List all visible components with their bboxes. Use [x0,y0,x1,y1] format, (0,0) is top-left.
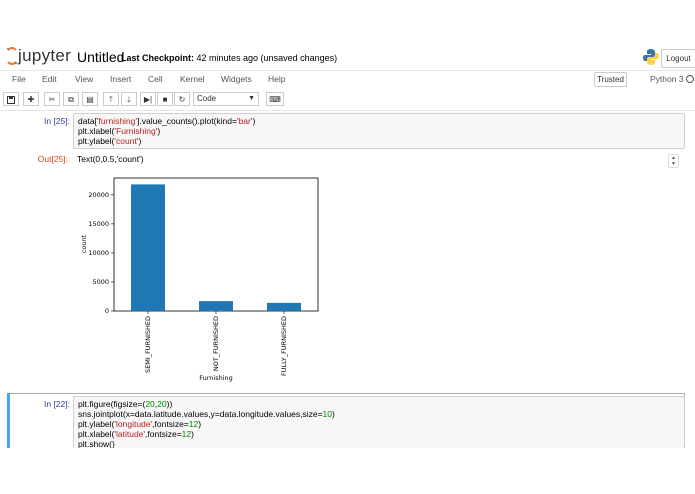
code-line: plt.figure(figsize=(20,20)) [78,399,173,409]
bar-not-furnished [199,301,233,311]
output-prompt: Out[25]: [37,154,68,164]
trusted-indicator[interactable]: Trusted [594,72,627,87]
cell-type-value: Code [197,94,217,103]
code-line: sns.jointplot(x=data.latitude.values,y=d… [78,409,335,419]
code-token: ) [157,126,161,136]
menu-insert[interactable]: Insert [110,74,131,84]
bar-fully-furnished [267,302,301,311]
arrow-up-icon[interactable]: 🡑 [103,92,119,106]
y-tick-label: 0 [105,307,109,315]
code-string: 'bar' [236,116,253,126]
code-line: data['furnishing'].value_counts().plot(k… [78,116,255,126]
code-line: plt.ylabel('count') [78,136,141,146]
chevron-down-icon: ▼ [248,95,255,102]
menu-widgets[interactable]: Widgets [221,74,252,84]
y-axis-label: count [80,234,88,253]
python-logo-icon [643,49,659,65]
jupyter-logo-icon [7,47,17,65]
output-scroll-toggle[interactable]: ▲ ▼ [668,154,679,168]
bar-semi-furnished [131,184,165,311]
code-token: plt.ylabel( [78,136,115,146]
code-cell-input[interactable]: data['furnishing'].value_counts().plot(k… [73,113,685,149]
save-icon[interactable] [3,92,19,106]
output-text: Text(0,0.5,'count') [77,154,144,164]
menu-kernel[interactable]: Kernel [180,74,205,84]
kernel-name: Python 3 [650,74,684,84]
bar-chart: 0 5000 10000 15000 20000 SEMI_FURNISHED NOT_F… [80,177,319,382]
code-string: 'count' [114,136,139,146]
code-token: ].value_counts().plot(kind= [137,116,237,126]
restart-icon[interactable]: ↻ [174,92,190,106]
copy-icon[interactable]: ⧉ [63,92,79,106]
code-line: plt.xlabel('Furnishing') [78,126,160,136]
code-cell-input[interactable]: plt.figure(figsize=(20,20)) sns.jointplo… [73,396,685,448]
menu-file[interactable]: File [12,74,26,84]
checkpoint-text: 42 minutes ago (unsaved changes) [194,53,338,63]
y-tick-label: 5000 [92,278,109,286]
code-string: 'Furnishing' [114,126,158,136]
notebook-title[interactable]: Untitled [77,49,124,65]
code-token: data[ [78,116,97,126]
y-tick-label: 20000 [88,191,109,199]
kernel-status-icon [686,75,694,83]
code-line: plt.ylabel('longitude',fontsize=12) [78,419,202,429]
arrow-down-icon[interactable]: 🡓 [121,92,137,106]
keyboard-icon[interactable]: ⌨ [266,92,284,106]
input-prompt: In [25]: [44,116,70,126]
code-string: 'furnishing' [96,116,138,126]
code-token: ) [138,136,142,146]
logout-button[interactable]: Logout [661,49,695,68]
cut-icon[interactable]: ✂ [44,92,60,106]
y-tick-label: 10000 [88,249,109,257]
plus-icon[interactable]: ✚ [23,92,39,106]
code-token: ) [252,116,256,126]
notebook-header: jupyter Untitled Last Checkpoint: 42 min… [0,0,695,70]
x-axis-label: Furnishing [199,374,233,382]
x-tick-label: NOT_FURNISHED [212,316,220,371]
x-tick-label: FULLY_FURNISHED [280,316,288,376]
code-token: plt.xlabel( [78,126,115,136]
code-line: plt.xlabel('latitude',fontsize=12) [78,429,194,439]
input-prompt: In [22]: [44,399,70,409]
menu-help[interactable]: Help [268,74,285,84]
stop-icon[interactable]: ■ [157,92,173,106]
menu-view[interactable]: View [75,74,93,84]
jupyter-logo-text[interactable]: jupyter [18,46,71,66]
menu-cell[interactable]: Cell [148,74,163,84]
checkpoint-status: Last Checkpoint: 42 minutes ago (unsaved… [121,53,337,63]
checkpoint-label: Last Checkpoint: [121,53,195,63]
paste-icon[interactable]: ▤ [82,92,98,106]
code-line: plt.show() [78,439,115,448]
menu-edit[interactable]: Edit [42,74,57,84]
cell-type-select[interactable]: Code ▼ [193,92,259,106]
x-tick-label: SEMI_FURNISHED [144,316,152,373]
y-tick-label: 15000 [88,220,109,228]
menu-bar: File Edit View Insert Cell Kernel Widget… [0,70,695,91]
step-forward-icon[interactable]: ▶| [140,92,156,106]
